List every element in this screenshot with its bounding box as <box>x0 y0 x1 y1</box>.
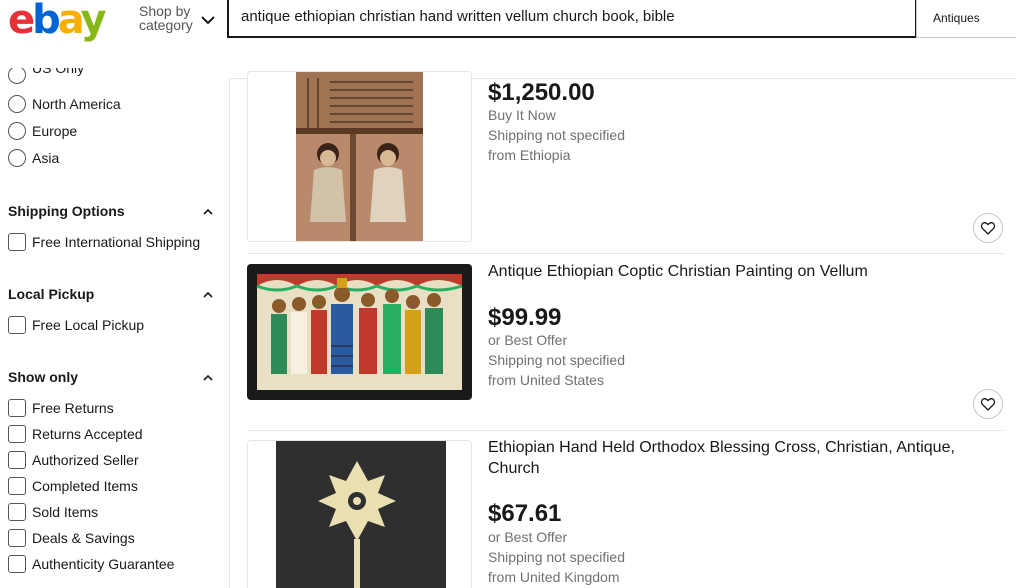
item-buy-format: Buy It Now <box>488 107 556 123</box>
list-item[interactable]: Ethiopian Hand Held Orthodox Blessing Cr… <box>247 437 1003 588</box>
item-shipping: Shipping not specified <box>488 352 625 368</box>
checkbox[interactable] <box>8 555 26 573</box>
radio-asia[interactable]: Asia <box>8 149 59 167</box>
item-image[interactable] <box>247 71 472 242</box>
checkbox-authenticity-guarantee[interactable]: Authenticity Guarantee <box>8 555 174 573</box>
show-only-heading[interactable]: Show only <box>8 369 78 385</box>
item-buy-format: or Best Offer <box>488 529 568 545</box>
item-price: $1,250.00 <box>488 79 595 106</box>
checkbox-free-local-pickup[interactable]: Free Local Pickup <box>8 316 144 334</box>
radio-europe[interactable]: Europe <box>8 122 77 140</box>
painting-image <box>247 264 472 400</box>
checkbox[interactable] <box>8 233 26 251</box>
category-select[interactable]: Antiques <box>916 0 1016 38</box>
checkbox-returns-accepted[interactable]: Returns Accepted <box>8 425 143 443</box>
item-title[interactable]: Antique Ethiopian Coptic Christian Paint… <box>488 261 1003 282</box>
checkbox-authorized-seller[interactable]: Authorized Seller <box>8 451 139 469</box>
search-input[interactable]: antique ethiopian christian hand written… <box>227 0 917 38</box>
heart-icon <box>980 222 996 235</box>
radio-button[interactable] <box>8 149 26 167</box>
item-image[interactable] <box>247 440 472 588</box>
item-shipping: Shipping not specified <box>488 549 625 565</box>
filter-sidebar: US Only North America Europe Asia Shippi… <box>0 40 228 588</box>
checkbox[interactable] <box>8 503 26 521</box>
checkbox[interactable] <box>8 399 26 417</box>
item-location: from Ethiopia <box>488 147 571 163</box>
checkbox-sold-items[interactable]: Sold Items <box>8 503 98 521</box>
watch-button[interactable] <box>973 389 1003 419</box>
divider <box>247 430 1003 431</box>
manuscript-image <box>248 72 471 241</box>
radio-button[interactable] <box>8 122 26 140</box>
category-label: category <box>139 17 193 33</box>
checkbox[interactable] <box>8 477 26 495</box>
ebay-logo[interactable]: ebay <box>8 0 107 40</box>
item-buy-format: or Best Offer <box>488 332 568 348</box>
checkbox[interactable] <box>8 451 26 469</box>
item-image[interactable] <box>247 264 472 400</box>
checkbox[interactable] <box>8 316 26 334</box>
item-location: from United States <box>488 372 604 388</box>
checkbox[interactable] <box>8 529 26 547</box>
local-pickup-heading[interactable]: Local Pickup <box>8 286 94 302</box>
item-shipping: Shipping not specified <box>488 127 625 143</box>
item-location: from United Kingdom <box>488 569 620 585</box>
radio-button[interactable] <box>8 95 26 113</box>
list-item[interactable]: $1,250.00 Buy It Now Shipping not specif… <box>247 71 1003 244</box>
item-title[interactable]: Ethiopian Hand Held Orthodox Blessing Cr… <box>488 437 1003 479</box>
radio-us-only[interactable]: US Only <box>8 68 84 84</box>
radio-button[interactable] <box>8 68 26 84</box>
chevron-down-icon[interactable] <box>200 12 216 28</box>
checkbox-deals-savings[interactable]: Deals & Savings <box>8 529 135 547</box>
checkbox-completed-items[interactable]: Completed Items <box>8 477 138 495</box>
list-item[interactable]: Antique Ethiopian Coptic Christian Paint… <box>247 261 1003 424</box>
shipping-options-heading[interactable]: Shipping Options <box>8 203 125 219</box>
divider <box>247 253 1003 254</box>
item-price: $67.61 <box>488 500 562 527</box>
search-results: $1,250.00 Buy It Now Shipping not specif… <box>229 71 1016 588</box>
heart-icon <box>980 398 996 411</box>
chevron-up-icon[interactable] <box>202 372 214 384</box>
watch-button[interactable] <box>973 213 1003 243</box>
shop-by-label: Shop by <box>139 3 191 19</box>
checkbox-free-international-shipping[interactable]: Free International Shipping <box>8 233 200 251</box>
item-price: $99.99 <box>488 304 562 331</box>
radio-north-america[interactable]: North America <box>8 95 121 113</box>
header: ebay Shop by category antique ethiopian … <box>0 0 1016 40</box>
checkbox[interactable] <box>8 425 26 443</box>
chevron-up-icon[interactable] <box>202 206 214 218</box>
chevron-up-icon[interactable] <box>202 289 214 301</box>
shop-by-category-button[interactable]: Shop by category <box>139 4 193 32</box>
cross-image <box>248 441 471 588</box>
checkbox-free-returns[interactable]: Free Returns <box>8 399 114 417</box>
